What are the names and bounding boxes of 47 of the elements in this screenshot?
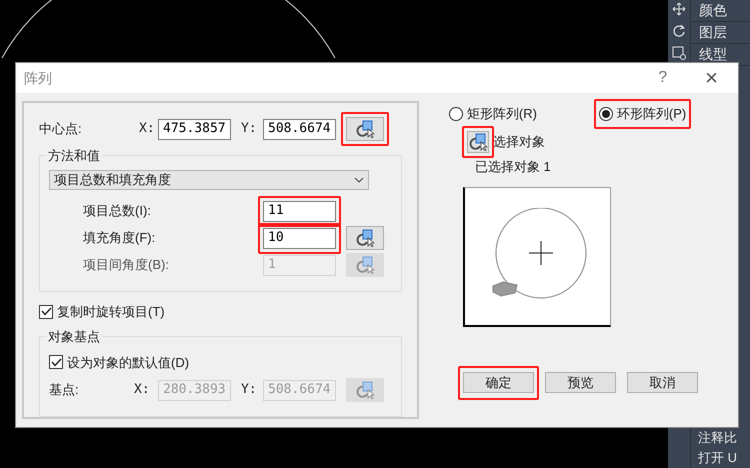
radio-label: 矩形阵列(R) [466,105,537,124]
input-field[interactable]: 11 [263,200,336,222]
radio-button[interactable] [448,107,463,121]
pick-point-icon [468,133,488,151]
panel-label: 图层 [691,22,750,44]
check-icon [40,307,52,316]
pick-point-icon [355,120,375,138]
field-label: Y: [241,120,258,138]
frame-icon[interactable] [672,46,686,60]
field-label: Y: [241,381,258,400]
check-icon [50,358,62,367]
selected-count: 已选择对象 1 [474,158,552,176]
field-label: X: [134,381,151,400]
rotate-icon[interactable] [672,24,686,38]
help-button[interactable]: ? [658,66,668,90]
pick-point-icon [355,229,375,247]
input-field[interactable]: 475.3857 [158,118,231,140]
radio-button[interactable] [598,107,613,121]
panel-label: 注释比 [697,429,738,447]
field-label: 项目间角度(B): [83,256,170,274]
dialog-button[interactable]: 取消 [626,372,698,392]
field-label: 中心点: [39,120,83,138]
field-label: 填充角度(F): [83,229,156,248]
dialog-button[interactable]: 确定 [462,372,534,392]
panel-label: 颜色 [691,0,750,22]
checkbox-label: 复制时旋转项目(T) [57,303,165,322]
checkbox-label: 设为对象的默认值(D) [67,354,190,372]
field-label: 项目总数(I): [83,202,152,220]
pick-point-button[interactable] [346,117,384,141]
pick-point-icon [355,256,375,274]
checkbox[interactable] [39,304,53,319]
radio-label: 环形阵列(P) [616,105,686,124]
pick-point-button[interactable] [346,226,384,250]
field-label: 基点: [49,381,80,400]
select-objects-label: 选择对象 [492,133,545,152]
select-objects-button[interactable] [466,131,489,153]
panel-label: 打开 U [697,449,738,467]
input-field[interactable]: 10 [263,228,336,248]
method-dropdown[interactable]: 项目总数和填充角度 [49,170,369,190]
window-title: 阵列 [24,68,53,88]
dialog-button[interactable]: 预览 [544,372,616,392]
close-button[interactable]: × [705,67,718,89]
move-icon[interactable] [672,2,686,16]
field-label: X: [139,120,156,138]
pick-point-icon [355,381,375,400]
chevron-down-icon [354,177,364,183]
input-field[interactable]: 508.6674 [263,118,336,140]
